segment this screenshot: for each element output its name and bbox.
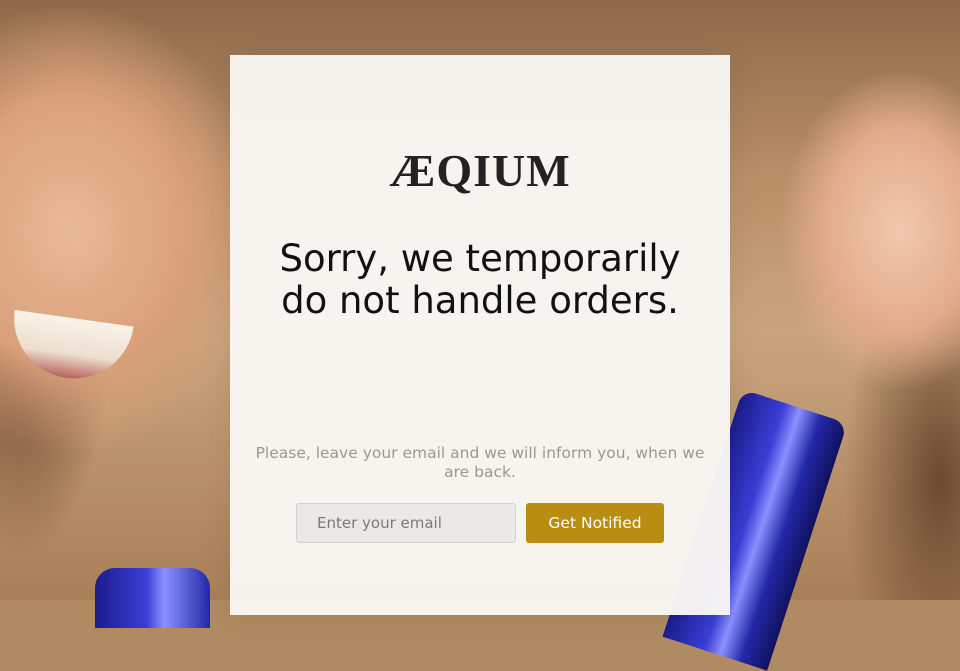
notify-description: Please, leave your email and we will inf… xyxy=(0,444,960,482)
headline: Sorry, we temporarily do not handle orde… xyxy=(0,238,960,322)
blue-bottle-left xyxy=(95,568,210,628)
brand-logo: ÆQIUM xyxy=(389,145,571,196)
get-notified-button[interactable]: Get Notified xyxy=(526,503,664,543)
notify-description-line-1: Please, leave your email and we will inf… xyxy=(255,444,705,462)
email-input[interactable] xyxy=(296,503,516,543)
headline-line-1: Sorry, we temporarily xyxy=(279,237,681,280)
notify-description-line-2: are back. xyxy=(444,463,516,481)
headline-line-2: do not handle orders. xyxy=(281,279,679,322)
